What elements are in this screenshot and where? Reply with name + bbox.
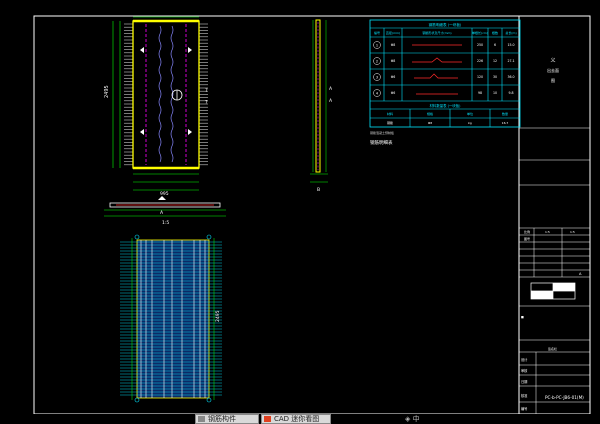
svg-text:16.7: 16.7 xyxy=(502,121,509,125)
table-row-4: 4 Φ6 98 10 9.8 xyxy=(373,89,514,97)
svg-text:2: 2 xyxy=(376,60,378,64)
svg-text:1:5: 1:5 xyxy=(545,230,550,234)
svg-text:签名栏: 签名栏 xyxy=(548,346,557,351)
svg-text:6: 6 xyxy=(494,43,496,47)
taskbar-button-cad[interactable]: CAD 迷你看图 xyxy=(261,414,331,424)
title-vertical-2: 出去面 xyxy=(547,67,559,73)
sub-table-title: 材料数量表 (一块板) xyxy=(430,103,462,108)
svg-text:B: B xyxy=(317,187,320,193)
taskbar-button-file-label: 钢筋构件 xyxy=(208,415,236,423)
svg-text:3: 3 xyxy=(376,76,378,80)
svg-text:数量: 数量 xyxy=(502,111,508,116)
svg-text:材料: 材料 xyxy=(387,111,393,116)
plan-view-top: 2495 ? ? 995 xyxy=(104,16,208,197)
svg-text:Φ8: Φ8 xyxy=(391,43,396,47)
svg-text:图号: 图号 xyxy=(524,236,530,241)
table-header-0: 编号 xyxy=(374,30,380,35)
svg-text:核准: 核准 xyxy=(521,393,528,398)
svg-text:编号: 编号 xyxy=(521,406,527,411)
svg-text:?: ? xyxy=(205,100,208,106)
table-row-3: 3 Φ6 120 30 36.0 xyxy=(373,73,515,81)
svg-text:12: 12 xyxy=(493,59,497,63)
svg-text:36.0: 36.0 xyxy=(507,75,514,79)
taskbar-button-cad-label: CAD 迷你看图 xyxy=(274,415,320,423)
note-small: 钢筋混凝土预制板 xyxy=(370,130,394,135)
svg-text:15.0: 15.0 xyxy=(507,43,514,47)
grid-marker: A xyxy=(579,272,582,276)
svg-text:比例: 比例 xyxy=(524,229,530,234)
svg-text:2495: 2495 xyxy=(215,310,221,322)
section-view-a: A 1:5 xyxy=(104,196,226,226)
svg-text:?: ? xyxy=(205,88,208,94)
svg-text:Φ8: Φ8 xyxy=(391,59,396,63)
system-tray[interactable]: ◈ 中 xyxy=(405,414,420,424)
folder-icon xyxy=(198,416,205,422)
svg-text:Φ6: Φ6 xyxy=(391,91,396,95)
note-label: 钢筋明细表 xyxy=(370,139,393,146)
drawing-number: PC-b-PC-JB6-01(M) xyxy=(545,395,584,400)
side-elevation: A A B xyxy=(310,19,333,193)
plan-bottom-dim: 995 xyxy=(160,191,169,197)
svg-text:9.8: 9.8 xyxy=(508,91,513,95)
svg-text:A: A xyxy=(329,98,333,104)
cad-app-icon xyxy=(264,416,271,422)
table-row-2: 2 Φ8 226 12 27.1 xyxy=(373,57,515,65)
svg-text:■: ■ xyxy=(521,315,524,319)
table-header-3: 单根长(cm) xyxy=(472,30,488,35)
svg-text:规格: 规格 xyxy=(427,111,433,116)
title-vertical-3: 图 xyxy=(551,77,555,83)
svg-text:kg: kg xyxy=(468,121,472,125)
svg-text:27.1: 27.1 xyxy=(507,59,514,63)
title-block: 义 出去面 图 比例 图号 1:5 1:5 A ■ 签名栏 设计 审核 日期 核… xyxy=(519,58,590,414)
rebar-schedule-table: 钢筋明细表 (一块板) 编号 直径(mm) 钢筋形状及尺寸(mm) 单根长(cm… xyxy=(369,19,521,128)
svg-text:98: 98 xyxy=(478,91,482,95)
table-row-1: 1 Φ8 250 6 15.0 xyxy=(373,41,515,49)
taskbar-button-file[interactable]: 钢筋构件 xyxy=(195,414,259,424)
svg-text:单位: 单位 xyxy=(467,111,473,116)
plan-left-dim: 2495 xyxy=(104,85,110,98)
svg-text:120: 120 xyxy=(477,75,483,79)
table-header-5: 总长(m) xyxy=(505,30,516,35)
svg-text:日期: 日期 xyxy=(521,379,527,384)
taskbar: 钢筋构件 CAD 迷你看图 ◈ 中 xyxy=(0,414,600,424)
cad-drawing-canvas: 2495 ? ? 995 A 1:5 A A B 2495 钢筋明细表 (一块板… xyxy=(33,15,591,415)
rebar-plan-view: 2495 xyxy=(120,234,222,403)
svg-text:钢筋: 钢筋 xyxy=(387,120,393,125)
table-title: 钢筋明细表 (一块板) xyxy=(429,22,462,27)
svg-text:250: 250 xyxy=(477,43,483,47)
table-header-1: 直径(mm) xyxy=(386,30,400,35)
svg-text:设计: 设计 xyxy=(521,357,528,362)
svg-text:30: 30 xyxy=(493,75,497,79)
svg-text:1:5: 1:5 xyxy=(570,230,575,234)
svg-text:1:5: 1:5 xyxy=(162,220,169,226)
slab-outline xyxy=(132,20,200,169)
svg-text:226: 226 xyxy=(477,59,483,63)
table-header-2: 钢筋形状及尺寸(mm) xyxy=(422,30,451,35)
svg-text:审核: 审核 xyxy=(521,368,528,373)
svg-text:1: 1 xyxy=(376,44,378,48)
title-vertical-1: 义 xyxy=(550,58,555,64)
svg-text:4: 4 xyxy=(376,92,379,96)
table-header-4: 根数 xyxy=(492,30,498,35)
svg-text:A: A xyxy=(160,210,164,216)
svg-text:A: A xyxy=(329,86,333,92)
svg-text:Φ8: Φ8 xyxy=(428,121,432,125)
svg-text:10: 10 xyxy=(493,91,497,95)
svg-text:Φ6: Φ6 xyxy=(391,75,396,79)
